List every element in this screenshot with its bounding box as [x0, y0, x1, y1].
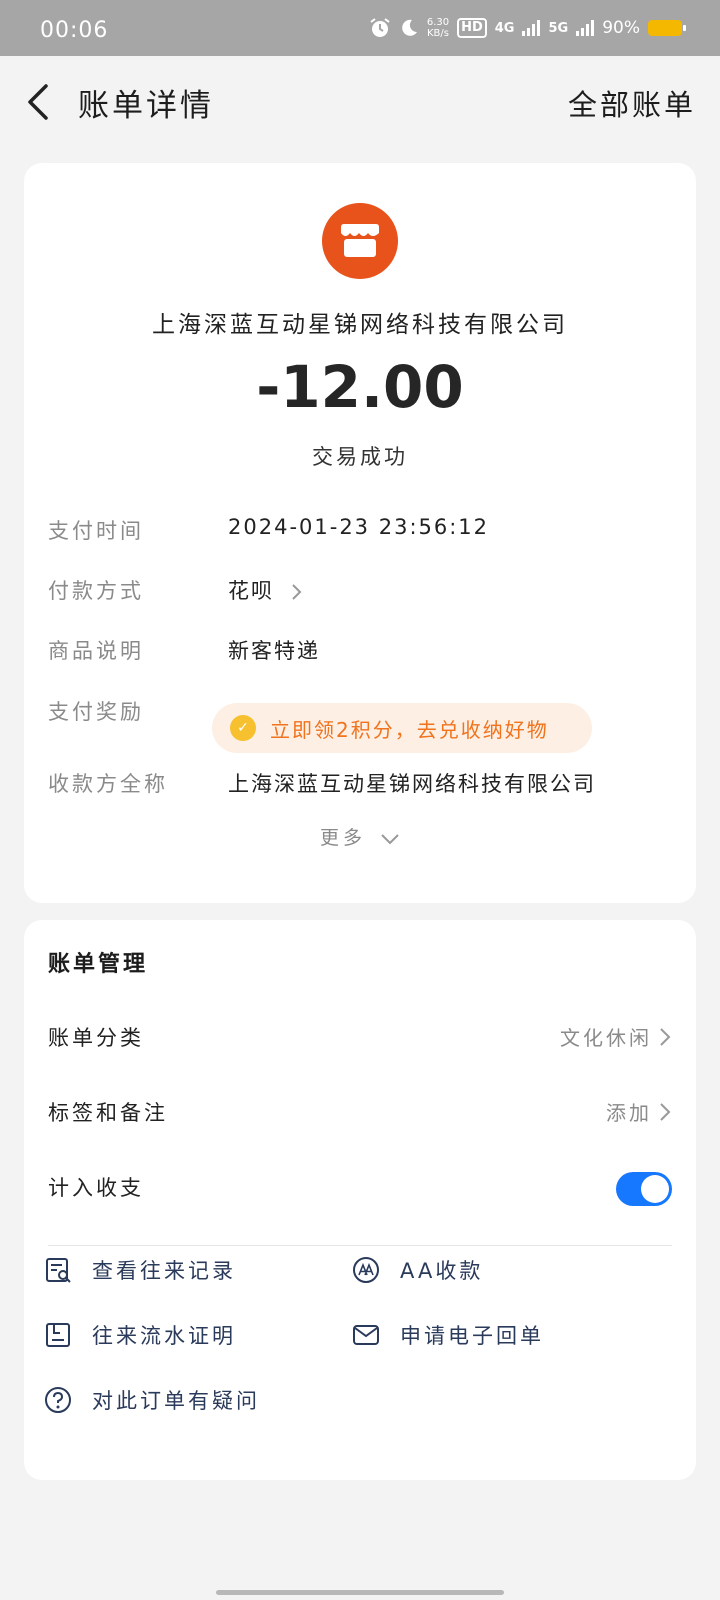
alarm-icon [370, 18, 390, 37]
detail-value-product: 新客特递 [228, 639, 320, 663]
e-receipt-action[interactable]: 申请电子回单 [352, 1320, 544, 1350]
statement-proof-action[interactable]: 往来流水证明 [44, 1320, 236, 1350]
page-title: 账单详情 [78, 88, 214, 124]
bill-summary-card: 上海深蓝互动星锑网络科技有限公司 -12.00 交易成功 支付时间 2024-0… [24, 163, 696, 903]
chevron-right-icon [660, 1027, 671, 1046]
speed-unit: KB/s [426, 28, 449, 39]
signal-icon [522, 20, 541, 36]
speed-value: 6.30 [426, 17, 450, 28]
chevron-right-icon [291, 584, 302, 600]
category-value-text: 文化休闲 [560, 1026, 652, 1050]
aa-icon [353, 1257, 379, 1283]
category-label: 账单分类 [48, 1026, 144, 1050]
detail-value-payee: 上海深蓝互动星锑网络科技有限公司 [228, 772, 596, 796]
reward-text: 立即领2积分，去兑收纳好物 [270, 717, 549, 742]
merchant-name: 上海深蓝互动星锑网络科技有限公司 [152, 312, 568, 338]
action-label: 往来流水证明 [92, 1324, 236, 1348]
back-arrow-icon[interactable] [24, 82, 64, 122]
status-bar: 00:06 6.30 KB/s HD 4G 5G 90% [0, 0, 720, 56]
hd-icon: HD [457, 18, 487, 38]
network-speed: 6.30 KB/s [427, 17, 449, 39]
top-bar: 账单详情 全部账单 [0, 56, 720, 146]
toggle-knob [641, 1175, 669, 1203]
question-icon [45, 1387, 71, 1413]
tags-notes-value[interactable]: 添加 [606, 1097, 672, 1126]
network-4g-label: 4G [494, 20, 515, 36]
divider [48, 1245, 672, 1246]
detail-label-pay-method: 付款方式 [48, 579, 144, 603]
action-label: 查看往来记录 [92, 1259, 236, 1283]
include-budget-label: 计入收支 [48, 1176, 144, 1200]
chevron-right-icon [660, 1102, 671, 1121]
pay-method-text: 花呗 [228, 579, 274, 603]
detail-label-product: 商品说明 [48, 639, 144, 663]
chevron-down-icon [381, 833, 399, 844]
record-search-icon [46, 1258, 71, 1283]
all-bills-link[interactable]: 全部账单 [568, 82, 696, 124]
detail-value-pay-time: 2024-01-23 23:56:12 [228, 515, 490, 539]
more-label: 更多 [319, 827, 366, 849]
detail-label-pay-time: 支付时间 [48, 519, 144, 543]
merchant-logo [322, 203, 398, 279]
detail-label-reward: 支付奖励 [48, 700, 144, 724]
action-label: 对此订单有疑问 [92, 1389, 260, 1413]
action-label: AA收款 [400, 1259, 484, 1283]
action-label: 申请电子回单 [400, 1324, 544, 1348]
category-value[interactable]: 文化休闲 [560, 1022, 672, 1051]
signal-icon [576, 20, 595, 36]
store-icon [341, 224, 379, 257]
bill-management-card: 账单管理 账单分类 文化休闲 标签和备注 添加 计入收支 查看往来记录 AA收款 [24, 920, 696, 1480]
reward-pill[interactable]: ✓ 立即领2积分，去兑收纳好物 [212, 703, 592, 753]
moon-icon [402, 19, 417, 36]
include-budget-toggle[interactable] [616, 1172, 672, 1206]
order-question-action[interactable]: 对此订单有疑问 [44, 1385, 260, 1415]
aa-collect-action[interactable]: AA收款 [352, 1255, 483, 1285]
transaction-status: 交易成功 [312, 445, 408, 469]
tags-notes-value-text: 添加 [606, 1101, 652, 1125]
network-5g-label: 5G [548, 20, 569, 36]
mail-icon [353, 1325, 379, 1345]
status-icons: 6.30 KB/s HD 4G 5G 90% [369, 14, 686, 42]
section-title: 账单管理 [48, 952, 149, 977]
battery-icon [648, 20, 686, 36]
detail-label-payee: 收款方全称 [48, 772, 168, 796]
detail-value-pay-method[interactable]: 花呗 [228, 575, 303, 605]
transaction-amount: -12.00 [256, 353, 464, 421]
home-indicator[interactable] [216, 1590, 504, 1595]
tags-notes-label: 标签和备注 [48, 1101, 168, 1125]
view-records-action[interactable]: 查看往来记录 [44, 1255, 236, 1285]
more-button[interactable]: 更多 [24, 823, 696, 850]
status-time: 00:06 [40, 18, 109, 43]
battery-percent: 90% [602, 18, 640, 38]
statement-icon [46, 1323, 70, 1347]
coin-icon: ✓ [230, 715, 256, 741]
